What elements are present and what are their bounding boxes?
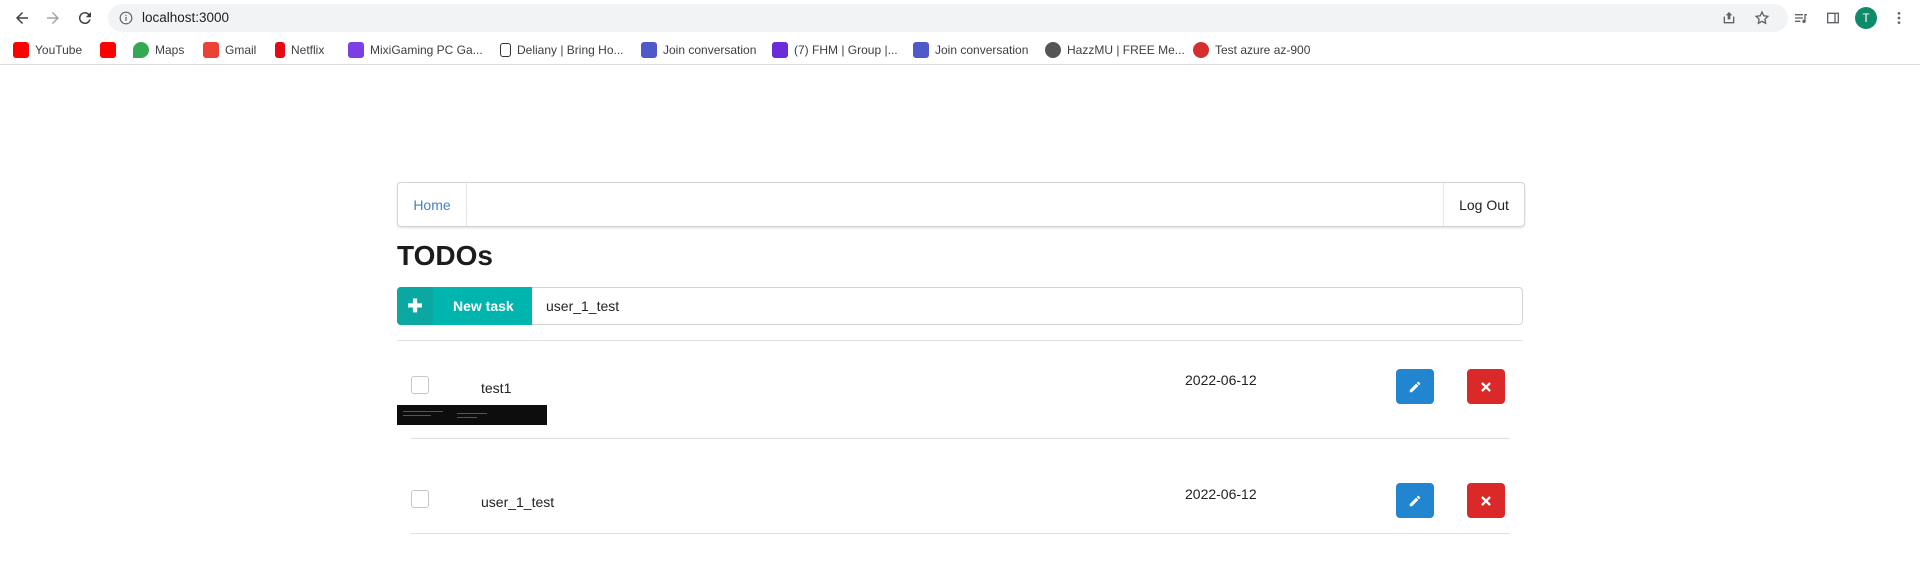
browser-toolbar: localhost:3000 T <box>0 0 1920 36</box>
bookmark-azure-test[interactable]: Test azure az-900 <box>1193 41 1310 59</box>
playlist-icon <box>1795 14 1807 24</box>
bookmark-maps[interactable]: Maps <box>133 41 184 59</box>
bookmark-youtube-2[interactable] <box>100 41 122 59</box>
pencil-icon <box>1409 381 1421 392</box>
netflix-icon <box>275 42 285 58</box>
bookmark-star-button[interactable] <box>1752 8 1772 28</box>
delete-todo-button[interactable] <box>1467 483 1505 518</box>
new-task-input[interactable] <box>532 287 1523 325</box>
url-text[interactable]: localhost:3000 <box>142 10 229 25</box>
row-divider <box>411 533 1510 534</box>
divider <box>397 340 1523 341</box>
side-panel-button[interactable] <box>1823 8 1843 28</box>
todo-checkbox[interactable] <box>411 490 429 508</box>
edit-todo-button[interactable] <box>1396 369 1434 404</box>
mixigaming-icon <box>348 42 364 58</box>
fhm-icon <box>772 42 788 58</box>
bookmark-youtube[interactable]: YouTube <box>13 41 82 59</box>
bookmark-netflix[interactable]: Netflix <box>275 41 324 59</box>
reading-list-button[interactable] <box>1791 8 1811 28</box>
todo-name: test1 <box>481 380 512 396</box>
new-task-button[interactable]: ✚ New task <box>397 287 532 325</box>
delete-todo-button[interactable] <box>1467 369 1505 404</box>
bookmark-mixigaming[interactable]: MixiGaming PC Ga... <box>348 41 483 59</box>
more-vert-icon <box>1897 12 1901 24</box>
back-button[interactable] <box>9 6 35 30</box>
bookmark-hazzmu[interactable]: HazzMU | FREE Me... <box>1045 41 1185 59</box>
bookmark-gmail[interactable]: Gmail <box>203 41 256 59</box>
new-task-label: New task <box>453 298 514 314</box>
close-icon <box>1481 495 1491 506</box>
bookmark-teams-2[interactable]: Join conversation <box>913 41 1028 59</box>
arrow-left-icon <box>16 12 28 24</box>
todo-date: 2022-06-12 <box>1185 486 1257 502</box>
top-menu: Home Log Out <box>397 182 1525 227</box>
star-icon <box>1754 10 1770 25</box>
redacted-image <box>397 405 547 425</box>
edit-todo-button[interactable] <box>1396 483 1434 518</box>
share-button[interactable] <box>1719 8 1739 28</box>
shopping-bag-icon <box>500 43 511 57</box>
maps-icon <box>133 42 149 58</box>
todo-checkbox[interactable] <box>411 376 429 394</box>
todo-name: user_1_test <box>481 494 555 510</box>
arrow-right-icon <box>47 12 59 24</box>
menu-button[interactable] <box>1889 8 1909 28</box>
reload-button[interactable] <box>72 6 98 30</box>
bookmark-deliany[interactable]: Deliany | Bring Ho... <box>500 41 624 59</box>
logout-button[interactable]: Log Out <box>1443 183 1524 226</box>
profile-avatar[interactable]: T <box>1855 7 1877 29</box>
bookmark-teams-1[interactable]: Join conversation <box>641 41 756 59</box>
gmail-icon <box>203 42 219 58</box>
close-icon <box>1481 381 1491 392</box>
side-panel-icon <box>1827 12 1839 24</box>
bookmark-fhm[interactable]: (7) FHM | Group |... <box>772 41 898 59</box>
page-title: TODOs <box>397 240 493 271</box>
todo-date: 2022-06-12 <box>1185 372 1257 388</box>
reload-icon <box>78 12 91 25</box>
info-icon[interactable] <box>119 11 133 25</box>
plus-icon: ✚ <box>397 287 433 325</box>
forward-button[interactable] <box>40 6 66 30</box>
nav-home-link[interactable]: Home <box>398 183 467 226</box>
teams-icon <box>913 42 929 58</box>
pencil-icon <box>1409 495 1421 506</box>
globe-icon <box>1045 42 1061 58</box>
teams-icon <box>641 42 657 58</box>
address-bar[interactable] <box>108 4 1788 32</box>
youtube-icon <box>100 42 116 58</box>
quiz-icon <box>1193 42 1209 58</box>
row-divider <box>411 438 1510 439</box>
bookmarks-bar: YouTube Maps Gmail Netflix MixiGaming PC… <box>0 36 1920 65</box>
share-icon <box>1723 12 1735 24</box>
youtube-icon <box>13 42 29 58</box>
